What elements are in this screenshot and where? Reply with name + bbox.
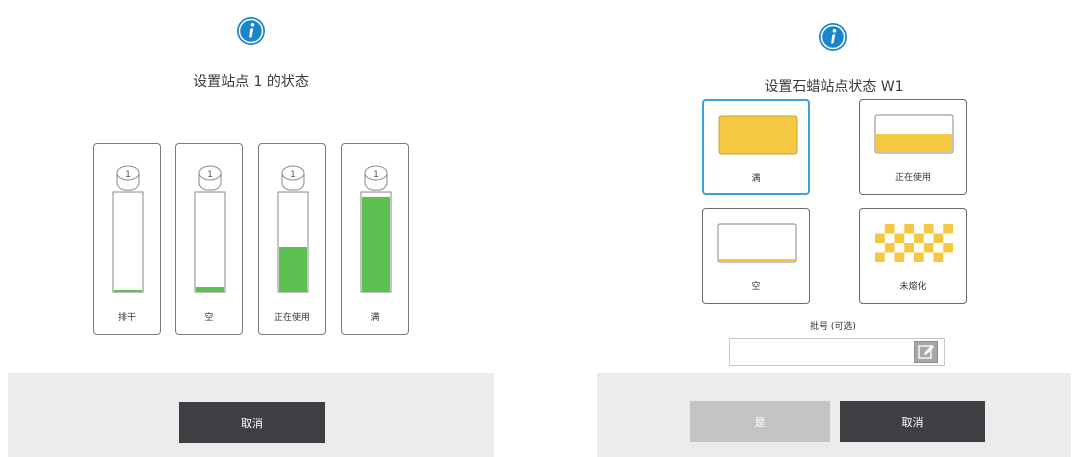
wax-bath-icon (874, 114, 954, 154)
bottle-state-label: 排干 (117, 313, 136, 323)
bottle-state-label: 满 (370, 313, 380, 323)
wax-state-label: 正在使用 (894, 173, 931, 183)
reagent-level-fill (196, 287, 224, 292)
bottle-state-label: 空 (204, 313, 214, 323)
edit-lot-button[interactable] (914, 341, 938, 363)
info-icon (237, 17, 265, 45)
wax-state-option-unmelted[interactable]: 未熔化 (859, 208, 967, 304)
bottle-state-option[interactable]: 1满 (341, 143, 409, 335)
wax-bath-icon (717, 223, 797, 263)
wax-state-label: 满 (751, 174, 761, 184)
pencil-edit-icon (918, 345, 934, 359)
dialog-footer: 取消 (8, 373, 494, 457)
reagent-bottle-icon: 1 (194, 165, 226, 293)
reagent-level-fill (362, 197, 390, 292)
reagent-level-fill (279, 247, 307, 292)
wax-state-option-empty[interactable]: 空 (702, 208, 810, 304)
info-icon (819, 23, 847, 51)
wax-bath-icon (875, 224, 953, 262)
dialog-footer: 是 取消 (597, 373, 1071, 457)
bottle-state-option[interactable]: 1 排干 (93, 143, 161, 335)
wax-state-option-full[interactable]: 满 (702, 99, 810, 195)
lot-number-label: 批号 (可选) (810, 322, 856, 332)
reagent-bottle-icon: 1 (112, 165, 144, 293)
reagent-bottle-icon: 1 (277, 165, 309, 293)
bottle-cap-number: 1 (290, 170, 296, 180)
dialog-title: 设置站点 1 的状态 (193, 74, 309, 90)
bottle-cap-number: 1 (373, 170, 379, 180)
bottle-state-label: 正在使用 (273, 313, 310, 323)
bottle-state-option[interactable]: 1空 (175, 143, 243, 335)
ok-button[interactable]: 是 (690, 401, 830, 442)
bottle-state-option[interactable]: 1 正在使用 (258, 143, 326, 335)
dialog-title: 设置石蜡站点状态 W1 (764, 79, 904, 95)
bottle-cap-number: 1 (207, 170, 213, 180)
reagent-level-fill (114, 290, 142, 292)
reagent-station-status-dialog: 设置站点 1 的状态 1 排干 1 空 1 正在使用 1 满 取消 (8, 0, 494, 457)
reagent-bottle-icon: 1 (360, 165, 392, 293)
cancel-button[interactable]: 取消 (840, 401, 985, 442)
wax-bath-icon (718, 115, 798, 155)
lot-number-input[interactable] (729, 338, 945, 366)
wax-state-label: 未熔化 (899, 282, 927, 292)
wax-state-label: 空 (751, 282, 761, 292)
cancel-button[interactable]: 取消 (179, 402, 325, 443)
wax-station-status-dialog: 设置石蜡站点状态 W1 满 正在使用空 未熔化 批号 (可选) 是 取消 (597, 0, 1071, 457)
bottle-cap-number: 1 (125, 170, 131, 180)
wax-state-option-in-use[interactable]: 正在使用 (859, 99, 967, 195)
